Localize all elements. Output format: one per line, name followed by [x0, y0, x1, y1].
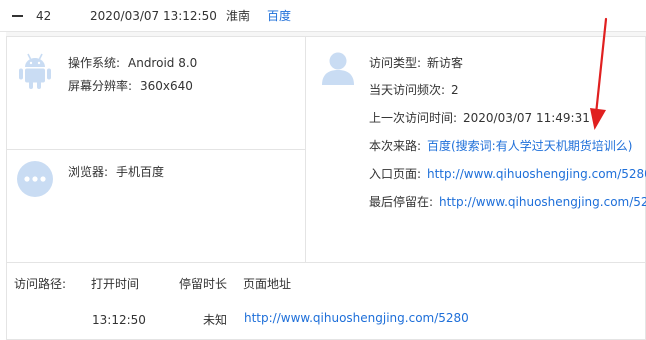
- browser-label: 浏览器:: [68, 165, 109, 179]
- record-time: 2020/03/07 13:12:50: [90, 9, 217, 23]
- record-id: 42: [36, 9, 52, 23]
- exit-page-link[interactable]: http://www.qihuoshengjing.com/5280: [439, 194, 646, 210]
- visit-frequency-label: 当天访问频次:: [369, 83, 446, 97]
- visit-record-row[interactable]: 42 2020/03/07 13:12:50 淮南 百度: [0, 0, 646, 32]
- path-open-time: 13:12:50: [92, 313, 146, 327]
- os-label: 操作系统:: [68, 56, 121, 70]
- last-visit-label: 上一次访问时间:: [369, 111, 458, 125]
- record-city: 淮南: [226, 9, 251, 23]
- entry-page-label: 入口页面:: [369, 167, 422, 181]
- path-label: 访问路径:: [14, 277, 67, 291]
- red-arrow-annotation: [590, 17, 608, 130]
- os-value: Android 8.0: [128, 56, 198, 70]
- minus-icon[interactable]: [12, 15, 23, 17]
- browser-info-panel: 浏览器: 手机百度: [6, 150, 306, 263]
- resolution-value: 360x640: [140, 79, 193, 93]
- column-page-url: 页面地址: [243, 277, 292, 291]
- exit-page-label: 最后停留在:: [369, 195, 434, 209]
- more-dots-icon: [17, 161, 53, 200]
- source-label: 本次来路:: [369, 139, 422, 153]
- android-icon: [18, 52, 52, 93]
- visit-type-value: 新访客: [427, 56, 464, 70]
- path-page-link[interactable]: http://www.qihuoshengjing.com/5280: [244, 310, 469, 326]
- resolution-label: 屏幕分辨率:: [68, 79, 133, 93]
- user-icon: [321, 51, 355, 88]
- visit-type-label: 访问类型:: [369, 56, 422, 70]
- path-duration: 未知: [203, 313, 228, 327]
- visit-frequency-value: 2: [451, 83, 459, 97]
- record-source-link[interactable]: 百度: [267, 8, 291, 24]
- column-duration: 停留时长: [179, 277, 228, 291]
- column-open-time: 打开时间: [91, 277, 140, 291]
- browser-value: 手机百度: [116, 165, 165, 179]
- visit-path-panel: 访问路径: 打开时间 停留时长 页面地址 13:12:50 未知 http://…: [6, 263, 646, 340]
- last-visit-value: 2020/03/07 11:49:31: [463, 111, 590, 125]
- visit-detail-panel: 操作系统: Android 8.0 屏幕分辨率: 360x640 浏览器: 手机…: [6, 32, 646, 340]
- source-search-link[interactable]: 百度(搜索词:有人学过天机期货培训么): [427, 138, 632, 154]
- device-info-panel: 操作系统: Android 8.0 屏幕分辨率: 360x640: [6, 36, 306, 150]
- entry-page-link[interactable]: http://www.qihuoshengjing.com/5280: [427, 166, 646, 182]
